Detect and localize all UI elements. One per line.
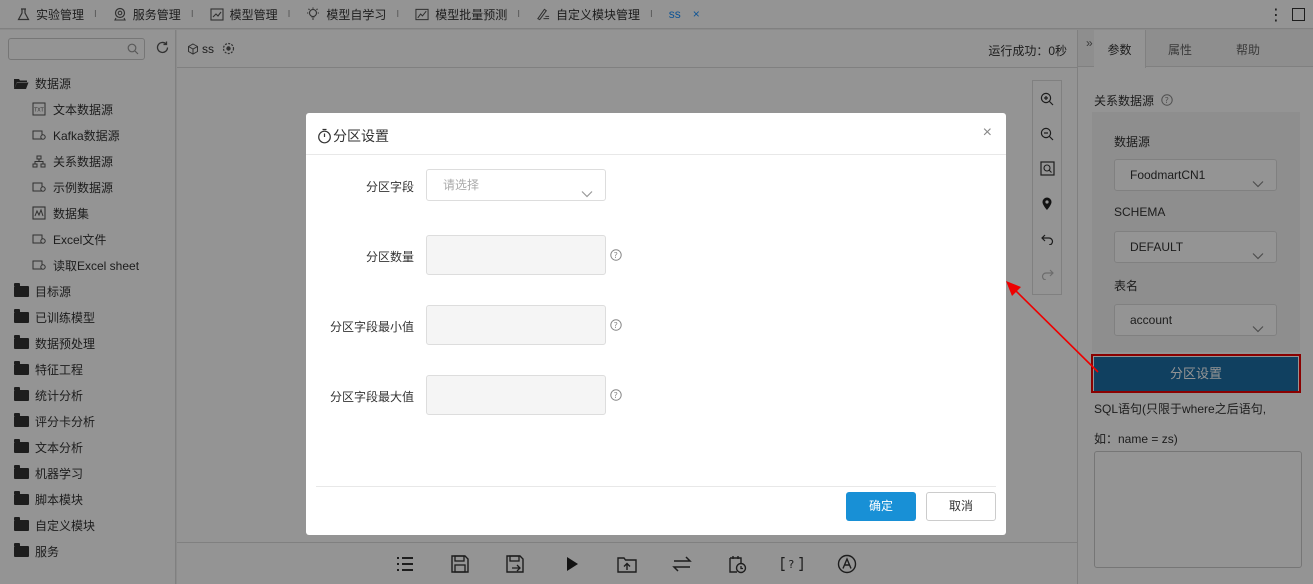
timer-icon (317, 128, 332, 144)
partition-field-select[interactable]: 请选择 (426, 169, 606, 201)
cancel-button[interactable]: 取消 (926, 492, 996, 521)
dialog-title: 分区设置 (317, 126, 389, 146)
help-circle-icon[interactable]: ? (610, 389, 622, 401)
partition-min-row: 分区字段最小值 ? (306, 305, 1006, 345)
svg-text:?: ? (614, 251, 618, 260)
partition-max-input[interactable] (426, 375, 606, 415)
partition-field-placeholder: 请选择 (443, 178, 480, 192)
partition-count-input[interactable] (426, 235, 606, 275)
close-icon[interactable]: × (983, 124, 992, 142)
confirm-button[interactable]: 确定 (846, 492, 916, 521)
partition-max-row: 分区字段最大值 ? (306, 375, 1006, 415)
dialog-header: 分区设置 × (306, 113, 1006, 155)
partition-field-row: 分区字段 请选择 (306, 169, 1006, 201)
help-circle-icon[interactable]: ? (610, 319, 622, 331)
dialog-title-text: 分区设置 (333, 128, 389, 144)
partition-count-label: 分区数量 (365, 250, 414, 264)
partition-max-label: 分区字段最大值 (329, 390, 414, 404)
dialog-footer-divider (316, 486, 996, 487)
partition-min-label: 分区字段最小值 (329, 320, 414, 334)
partition-settings-dialog: 分区设置 × 分区字段 请选择 分区数量 ? 分区字段最小值 ? 分区字段最大值… (306, 113, 1006, 535)
partition-min-input[interactable] (426, 305, 606, 345)
partition-count-row: 分区数量 ? (306, 235, 1006, 275)
svg-text:?: ? (614, 321, 618, 330)
help-circle-icon[interactable]: ? (610, 249, 622, 261)
partition-field-label: 分区字段 (365, 180, 414, 194)
chevron-down-icon (581, 179, 593, 209)
svg-text:?: ? (614, 391, 618, 400)
